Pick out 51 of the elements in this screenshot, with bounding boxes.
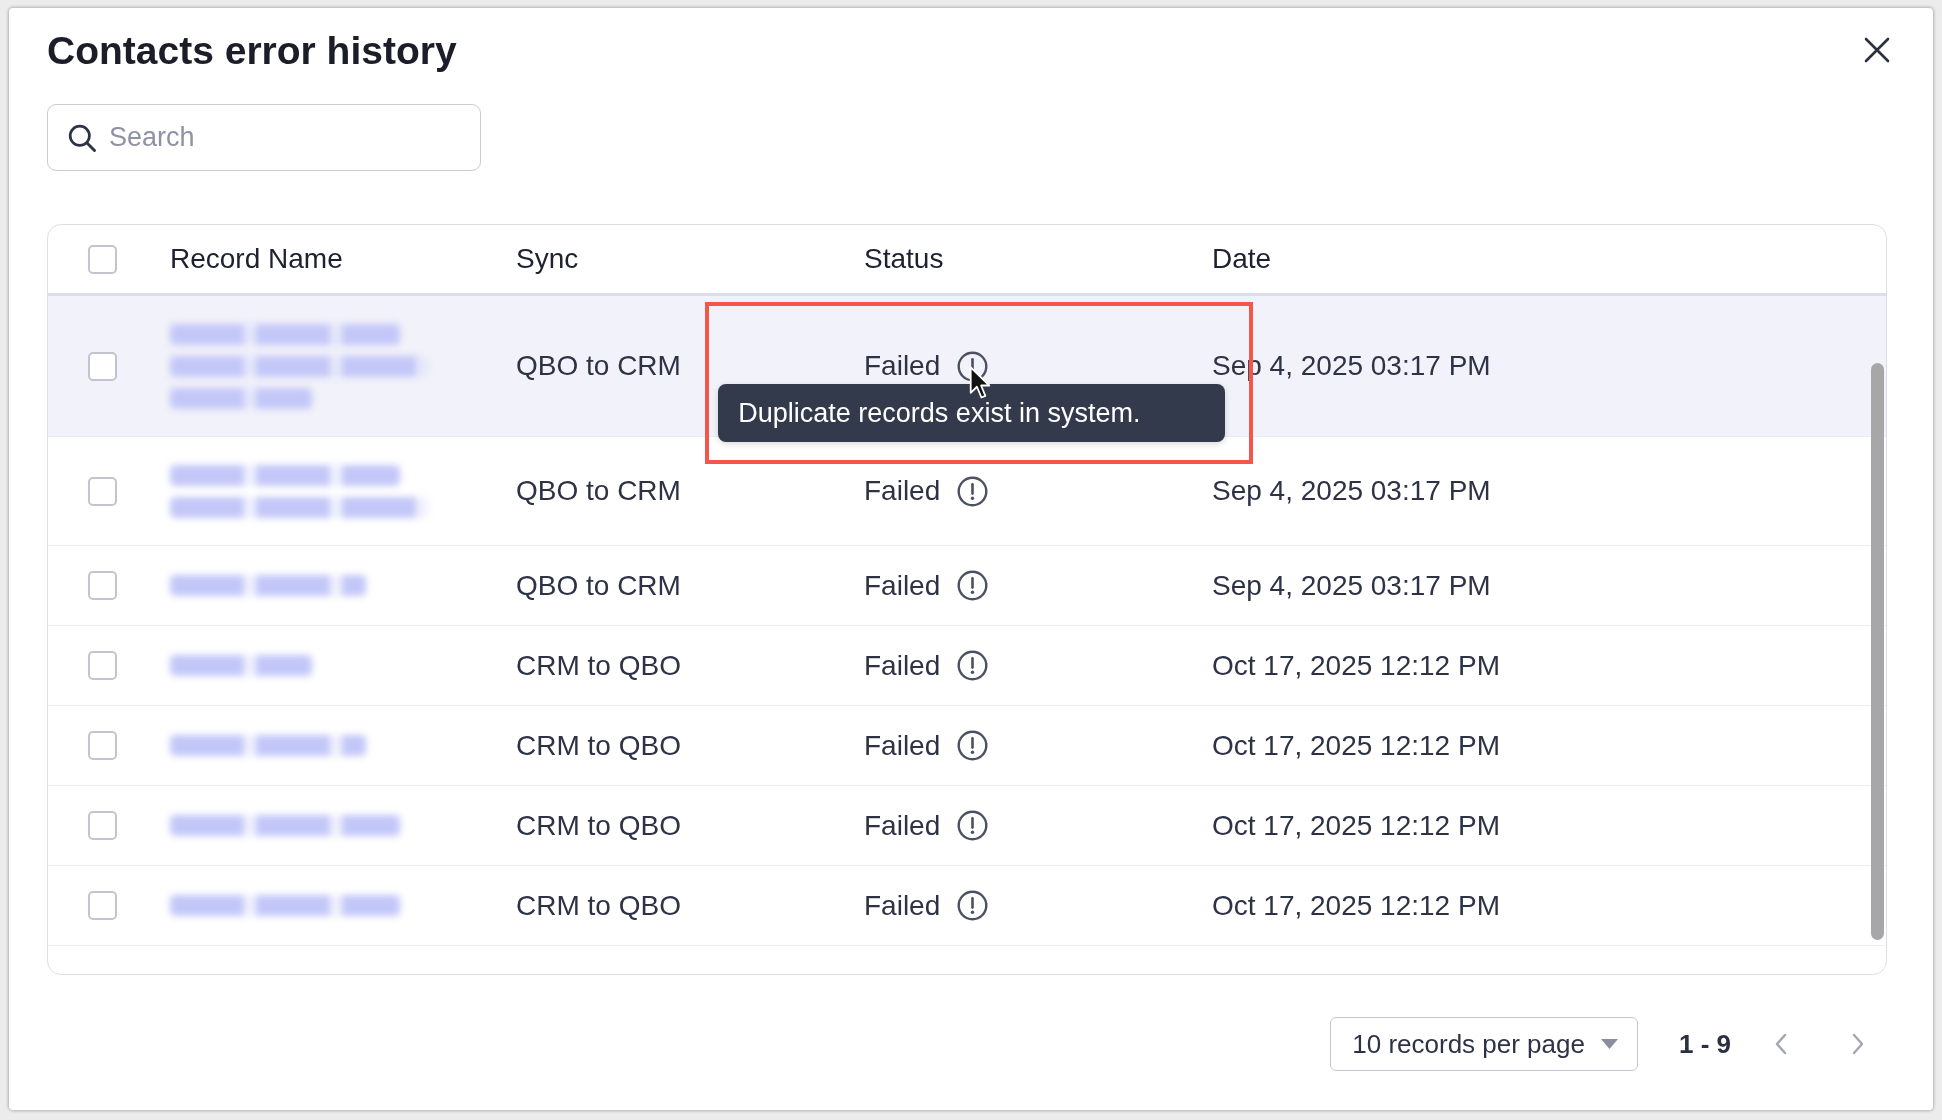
- caret-down-icon: [1600, 1039, 1618, 1049]
- column-header: Sync: [516, 243, 579, 275]
- row-checkbox[interactable]: [88, 731, 117, 760]
- column-header: Status: [864, 243, 944, 275]
- chevron-right-icon: [1851, 1033, 1865, 1055]
- search-icon: [68, 124, 96, 152]
- alert-circle-icon[interactable]: [957, 570, 989, 601]
- cursor-icon: [969, 365, 992, 400]
- status-text: Failed: [864, 475, 941, 507]
- search-field[interactable]: Search: [47, 104, 481, 171]
- alert-circle-icon[interactable]: [957, 350, 989, 382]
- sync-direction: CRM to QBO: [516, 649, 681, 682]
- page-range: 1 - 9: [1678, 1028, 1731, 1060]
- status-text: Failed: [864, 809, 941, 842]
- close-icon: [1864, 37, 1890, 63]
- row-checkbox[interactable]: [88, 571, 117, 600]
- tooltip: Duplicate records exist in system.: [718, 383, 1226, 442]
- status-text: Failed: [864, 649, 941, 682]
- column-header: Date: [1212, 243, 1272, 275]
- sync-direction: CRM to QBO: [516, 889, 681, 922]
- row-checkbox[interactable]: [88, 476, 117, 506]
- row-checkbox[interactable]: [88, 891, 117, 920]
- alert-circle-icon[interactable]: [957, 650, 989, 681]
- date-text: Oct 17, 2025 12:12 PM: [1212, 889, 1500, 922]
- sync-direction: CRM to QBO: [516, 729, 681, 762]
- status-text: Failed: [864, 350, 941, 382]
- select-all-checkbox[interactable]: [88, 244, 117, 274]
- date-text: Sep 4, 2025 03:17 PM: [1212, 475, 1491, 507]
- row-checkbox[interactable]: [88, 811, 117, 840]
- alert-circle-icon[interactable]: [957, 810, 989, 841]
- date-text: Oct 17, 2025 12:12 PM: [1212, 809, 1500, 842]
- row-checkbox[interactable]: [88, 351, 117, 381]
- status-text: Failed: [864, 569, 941, 602]
- sync-direction: CRM to QBO: [516, 809, 681, 842]
- column-header: Record Name: [170, 243, 343, 275]
- chevron-left-icon: [1774, 1033, 1788, 1055]
- sync-direction: QBO to CRM: [516, 569, 681, 602]
- sync-direction: QBO to CRM: [516, 350, 681, 382]
- sync-direction: QBO to CRM: [516, 475, 681, 507]
- alert-circle-icon[interactable]: [957, 730, 989, 761]
- status-text: Failed: [864, 889, 941, 922]
- date-text: Sep 4, 2025 03:17 PM: [1212, 569, 1491, 602]
- alert-circle-icon[interactable]: [957, 475, 989, 507]
- page-size-dropdown[interactable]: 10 records per page: [1330, 1017, 1638, 1071]
- date-text: Oct 17, 2025 12:12 PM: [1212, 729, 1500, 762]
- dialog-title: Contacts error history: [47, 29, 457, 73]
- alert-circle-icon[interactable]: [957, 890, 989, 921]
- scrollbar-thumb[interactable]: [1871, 363, 1884, 940]
- status-text: Failed: [864, 729, 941, 762]
- row-checkbox[interactable]: [88, 651, 117, 680]
- date-text: Oct 17, 2025 12:12 PM: [1212, 649, 1500, 682]
